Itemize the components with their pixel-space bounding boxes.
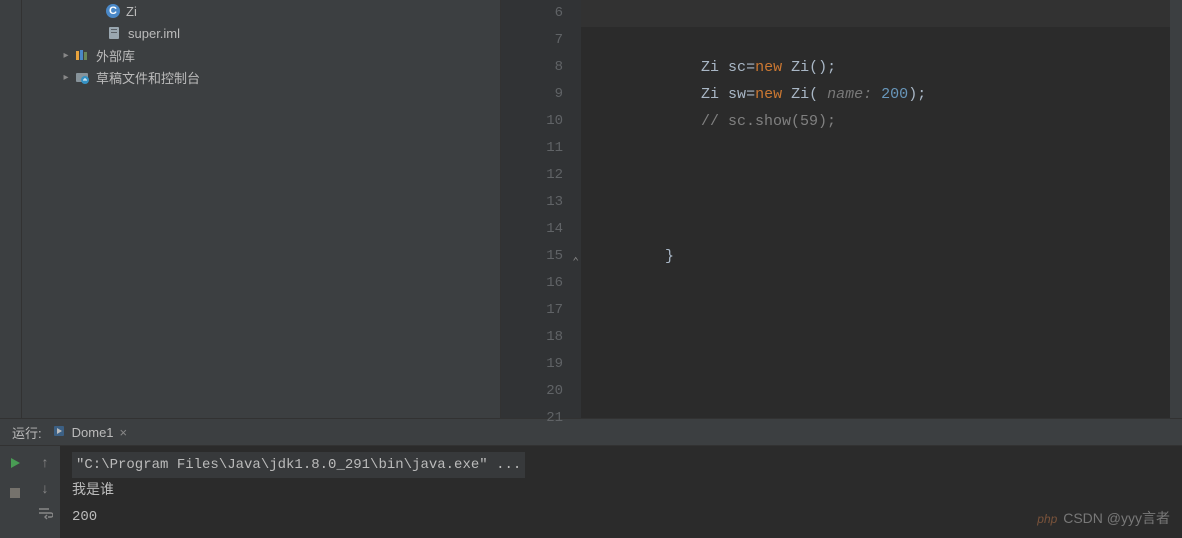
project-tree[interactable]: C Zi super.iml ▸ 外部库 ▸ 草稿文件和控制台 [22, 0, 500, 418]
console-nav-toolbar: ↑ ↓ [30, 446, 60, 538]
code-line[interactable] [629, 27, 1170, 54]
line-number[interactable]: 9 [501, 81, 563, 108]
tree-item-super-iml[interactable]: super.iml [22, 22, 500, 44]
code-line[interactable] [629, 378, 1170, 405]
run-tab[interactable]: Dome1 × [52, 424, 128, 441]
console-line: 200 [72, 504, 1182, 530]
tree-item-label: 外部库 [96, 46, 135, 65]
tree-item-external-libs[interactable]: ▸ 外部库 [22, 44, 500, 66]
line-number[interactable]: 10 [501, 108, 563, 135]
console-line: "C:\Program Files\Java\jdk1.8.0_291\bin\… [72, 452, 1182, 478]
run-label: 运行: [12, 423, 42, 442]
stop-button[interactable] [6, 484, 24, 502]
run-config-icon [52, 424, 66, 441]
line-number[interactable]: 16 [501, 270, 563, 297]
left-tool-gutter[interactable] [0, 0, 22, 418]
line-number[interactable]: 7 [501, 27, 563, 54]
rerun-button[interactable] [6, 454, 24, 472]
watermark-text: CSDN @yyy言者 [1063, 510, 1170, 526]
run-panel: 运行: Dome1 × ↑ ↓ "C:\Program Files\Jav [0, 418, 1182, 538]
line-number[interactable]: 21 [501, 405, 563, 432]
soft-wrap-icon[interactable] [37, 506, 53, 523]
line-number[interactable]: 13 [501, 189, 563, 216]
fold-end-icon[interactable]: ⌃ [572, 250, 579, 277]
code-line[interactable] [629, 189, 1170, 216]
code-editor[interactable]: 67891011121314⌃15161718192021 Zi sc=new … [500, 0, 1182, 418]
watermark: php CSDN @yyy言者 [1037, 505, 1170, 532]
scratch-folder-icon [74, 69, 90, 85]
code-line[interactable]: // sc.show(59); [629, 108, 1170, 135]
code-line[interactable] [629, 216, 1170, 243]
console-line: 我是谁 [72, 478, 1182, 504]
chevron-right-icon: ▸ [58, 50, 74, 61]
line-number[interactable]: 11 [501, 135, 563, 162]
iml-file-icon [106, 25, 122, 41]
library-icon [74, 47, 90, 63]
arrow-up-icon[interactable]: ↑ [42, 454, 49, 470]
line-number[interactable]: 17 [501, 297, 563, 324]
line-number[interactable]: 14 [501, 216, 563, 243]
code-line[interactable]: Zi sw=new Zi( name: 200); [629, 81, 1170, 108]
tree-item-zi[interactable]: C Zi [22, 0, 500, 22]
code-line[interactable] [629, 351, 1170, 378]
line-number[interactable]: 18 [501, 324, 563, 351]
chevron-right-icon: ▸ [58, 72, 74, 83]
run-tab-label: Dome1 [72, 425, 114, 440]
code-line[interactable] [629, 270, 1170, 297]
code-line[interactable] [629, 297, 1170, 324]
line-number-gutter[interactable]: 67891011121314⌃15161718192021 [501, 0, 581, 418]
tree-item-label: Zi [126, 4, 137, 19]
line-number[interactable]: 6 [501, 0, 563, 27]
line-number[interactable]: 8 [501, 54, 563, 81]
code-line[interactable]: Zi sc=new Zi(); [629, 54, 1170, 81]
arrow-down-icon[interactable]: ↓ [42, 480, 49, 496]
line-number[interactable]: 12 [501, 162, 563, 189]
class-icon: C [106, 4, 120, 18]
run-toolbar [0, 446, 30, 538]
code-area[interactable]: Zi sc=new Zi(); Zi sw=new Zi( name: 200)… [581, 0, 1170, 418]
code-line[interactable] [629, 135, 1170, 162]
close-icon[interactable]: × [120, 425, 128, 440]
current-line-highlight [581, 0, 1170, 27]
line-number[interactable]: 20 [501, 378, 563, 405]
line-number[interactable]: 15 [501, 243, 563, 270]
line-number[interactable]: 19 [501, 351, 563, 378]
editor-scrollbar[interactable] [1170, 0, 1182, 418]
code-line[interactable]: } [629, 243, 1170, 270]
code-line[interactable] [629, 405, 1170, 432]
tree-item-scratches[interactable]: ▸ 草稿文件和控制台 [22, 66, 500, 88]
console-output[interactable]: "C:\Program Files\Java\jdk1.8.0_291\bin\… [60, 446, 1182, 538]
code-line[interactable] [629, 324, 1170, 351]
tree-item-label: 草稿文件和控制台 [96, 68, 200, 87]
code-line[interactable] [629, 162, 1170, 189]
php-badge: php [1037, 512, 1057, 526]
tree-item-label: super.iml [128, 26, 180, 41]
